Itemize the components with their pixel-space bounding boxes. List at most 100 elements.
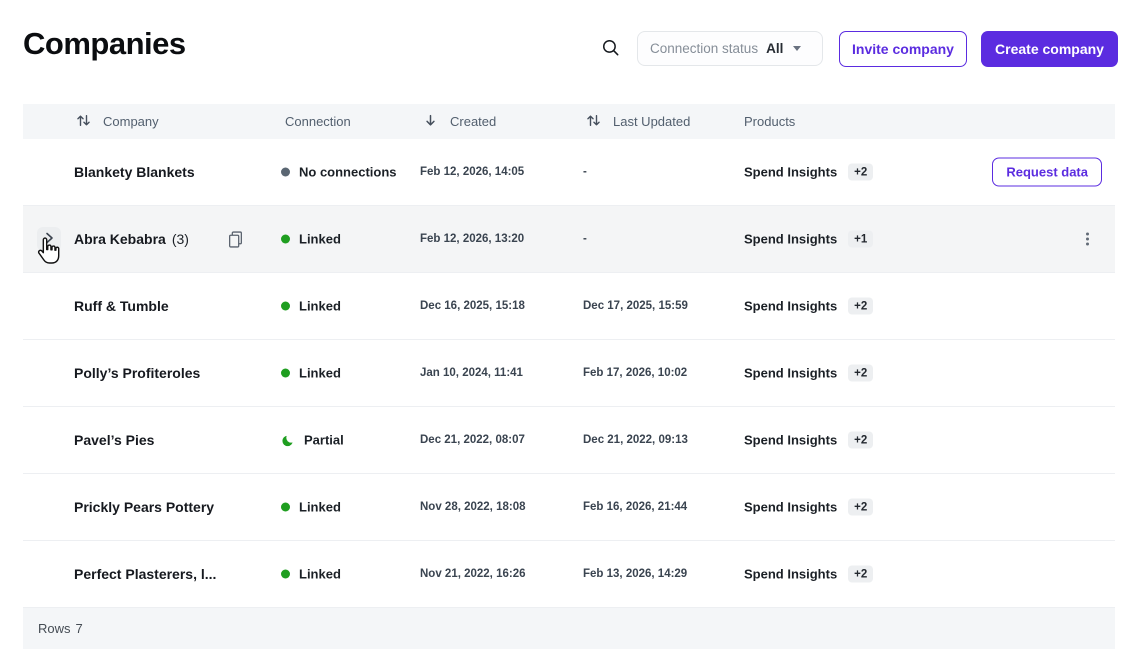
copy-icon[interactable]	[226, 230, 244, 248]
filter-value: All	[766, 41, 783, 56]
column-header-connection[interactable]: Connection	[285, 104, 351, 139]
rows-label: Rows	[38, 621, 71, 636]
chevron-right-icon	[44, 231, 54, 248]
more-products-badge[interactable]: +2	[848, 164, 873, 181]
product-label: Spend Insights	[744, 366, 837, 381]
last-updated-date: Feb 17, 2026, 10:02	[583, 367, 687, 379]
table-footer: Rows 7	[23, 608, 1115, 649]
search-button[interactable]	[598, 37, 622, 61]
rows-count: 7	[76, 621, 83, 636]
green-dot-icon	[281, 302, 290, 311]
column-header-created[interactable]: Created	[423, 104, 496, 139]
products-cell: Spend Insights +2	[744, 365, 873, 382]
company-name: Prickly Pears Pottery	[74, 499, 214, 515]
more-products-badge[interactable]: +2	[848, 365, 873, 382]
product-label: Spend Insights	[744, 165, 837, 180]
table-row[interactable]: Abra Kebabra(3) Linked Feb 12, 2026, 13:…	[23, 206, 1115, 273]
status-label: Linked	[299, 366, 341, 381]
status-label: Linked	[299, 567, 341, 582]
connection-status: Linked	[281, 366, 341, 381]
product-label: Spend Insights	[744, 433, 837, 448]
products-cell: Spend Insights +2	[744, 298, 873, 315]
column-label: Created	[450, 114, 496, 129]
products-cell: Spend Insights +2	[744, 432, 873, 449]
connection-status: Linked	[281, 567, 341, 582]
table-row[interactable]: Prickly Pears Pottery Linked Nov 28, 202…	[23, 474, 1115, 541]
company-name: Blankety Blankets	[74, 164, 195, 180]
last-updated-date: -	[583, 166, 587, 178]
products-cell: Spend Insights +2	[744, 164, 873, 181]
status-label: Linked	[299, 232, 341, 247]
products-cell: Spend Insights +2	[744, 566, 873, 583]
products-cell: Spend Insights +2	[744, 499, 873, 516]
created-date: Dec 16, 2025, 15:18	[420, 300, 525, 312]
green-dot-icon	[281, 503, 290, 512]
sort-both-icon[interactable]	[76, 113, 91, 131]
table-row[interactable]: Blankety Blankets No connections Feb 12,…	[23, 139, 1115, 206]
more-products-badge[interactable]: +2	[848, 499, 873, 516]
product-label: Spend Insights	[744, 232, 837, 247]
column-label: Connection	[285, 114, 351, 129]
last-updated-date: -	[583, 233, 587, 245]
status-label: Partial	[304, 433, 344, 448]
company-name: Abra Kebabra(3)	[74, 231, 189, 247]
connection-status-filter[interactable]: Connection status All	[637, 31, 823, 66]
row-menu-kebab-icon[interactable]	[1079, 228, 1095, 251]
last-updated-date: Feb 16, 2026, 21:44	[583, 501, 687, 513]
table-row[interactable]: Ruff & Tumble Linked Dec 16, 2025, 15:18…	[23, 273, 1115, 340]
more-products-badge[interactable]: +2	[848, 432, 873, 449]
green-dot-icon	[281, 369, 290, 378]
more-products-badge[interactable]: +1	[848, 231, 873, 248]
green-dot-icon	[281, 235, 290, 244]
create-company-button[interactable]: Create company	[981, 31, 1118, 67]
created-date: Nov 21, 2022, 16:26	[420, 568, 526, 580]
expand-row-button[interactable]	[37, 227, 61, 251]
last-updated-date: Dec 21, 2022, 09:13	[583, 434, 688, 446]
connection-status: Linked	[281, 299, 341, 314]
column-header-last-updated[interactable]: Last Updated	[586, 104, 690, 139]
created-date: Jan 10, 2024, 11:41	[420, 367, 523, 379]
created-date: Nov 28, 2022, 18:08	[420, 501, 526, 513]
more-products-badge[interactable]: +2	[848, 298, 873, 315]
companies-table: Company Connection Created L	[23, 104, 1115, 649]
status-label: Linked	[299, 500, 341, 515]
connection-status: Partial	[281, 433, 344, 448]
chevron-down-icon	[793, 46, 801, 51]
filter-label: Connection status	[650, 41, 758, 56]
table-row[interactable]: Polly’s Profiteroles Linked Jan 10, 2024…	[23, 340, 1115, 407]
column-header-products: Products	[744, 104, 795, 139]
created-date: Feb 12, 2026, 13:20	[420, 233, 524, 245]
green-dot-icon	[281, 570, 290, 579]
created-date: Dec 21, 2022, 08:07	[420, 434, 525, 446]
sort-both-icon[interactable]	[586, 113, 601, 131]
connection-status: Linked	[281, 232, 341, 247]
table-row[interactable]: Pavel’s Pies Partial Dec 21, 2022, 08:07…	[23, 407, 1115, 474]
more-products-badge[interactable]: +2	[848, 566, 873, 583]
product-label: Spend Insights	[744, 567, 837, 582]
sort-down-icon[interactable]	[423, 113, 438, 131]
company-name: Ruff & Tumble	[74, 298, 169, 314]
gray-dot-icon	[281, 168, 290, 177]
connection-status: No connections	[281, 165, 397, 180]
company-name: Perfect Plasterers, l...	[74, 566, 216, 582]
request-data-button[interactable]: Request data	[992, 158, 1102, 187]
invite-company-button[interactable]: Invite company	[839, 31, 967, 67]
last-updated-date: Feb 13, 2026, 14:29	[583, 568, 687, 580]
column-label: Last Updated	[613, 114, 690, 129]
last-updated-date: Dec 17, 2025, 15:59	[583, 300, 688, 312]
column-label: Products	[744, 114, 795, 129]
table-row[interactable]: Perfect Plasterers, l... Linked Nov 21, …	[23, 541, 1115, 608]
created-date: Feb 12, 2026, 14:05	[420, 166, 524, 178]
connection-status: Linked	[281, 500, 341, 515]
column-header-company[interactable]: Company	[76, 104, 159, 139]
product-label: Spend Insights	[744, 299, 837, 314]
companies-page: Companies Connection status All Invite c…	[0, 0, 1138, 670]
products-cell: Spend Insights +1	[744, 231, 873, 248]
company-name: Polly’s Profiteroles	[74, 365, 200, 381]
linked-count: (3)	[172, 231, 189, 247]
green-crescent-icon	[281, 433, 295, 447]
table-header-row: Company Connection Created L	[23, 104, 1115, 139]
page-title: Companies	[23, 26, 186, 62]
status-label: No connections	[299, 165, 397, 180]
company-name: Pavel’s Pies	[74, 432, 154, 448]
